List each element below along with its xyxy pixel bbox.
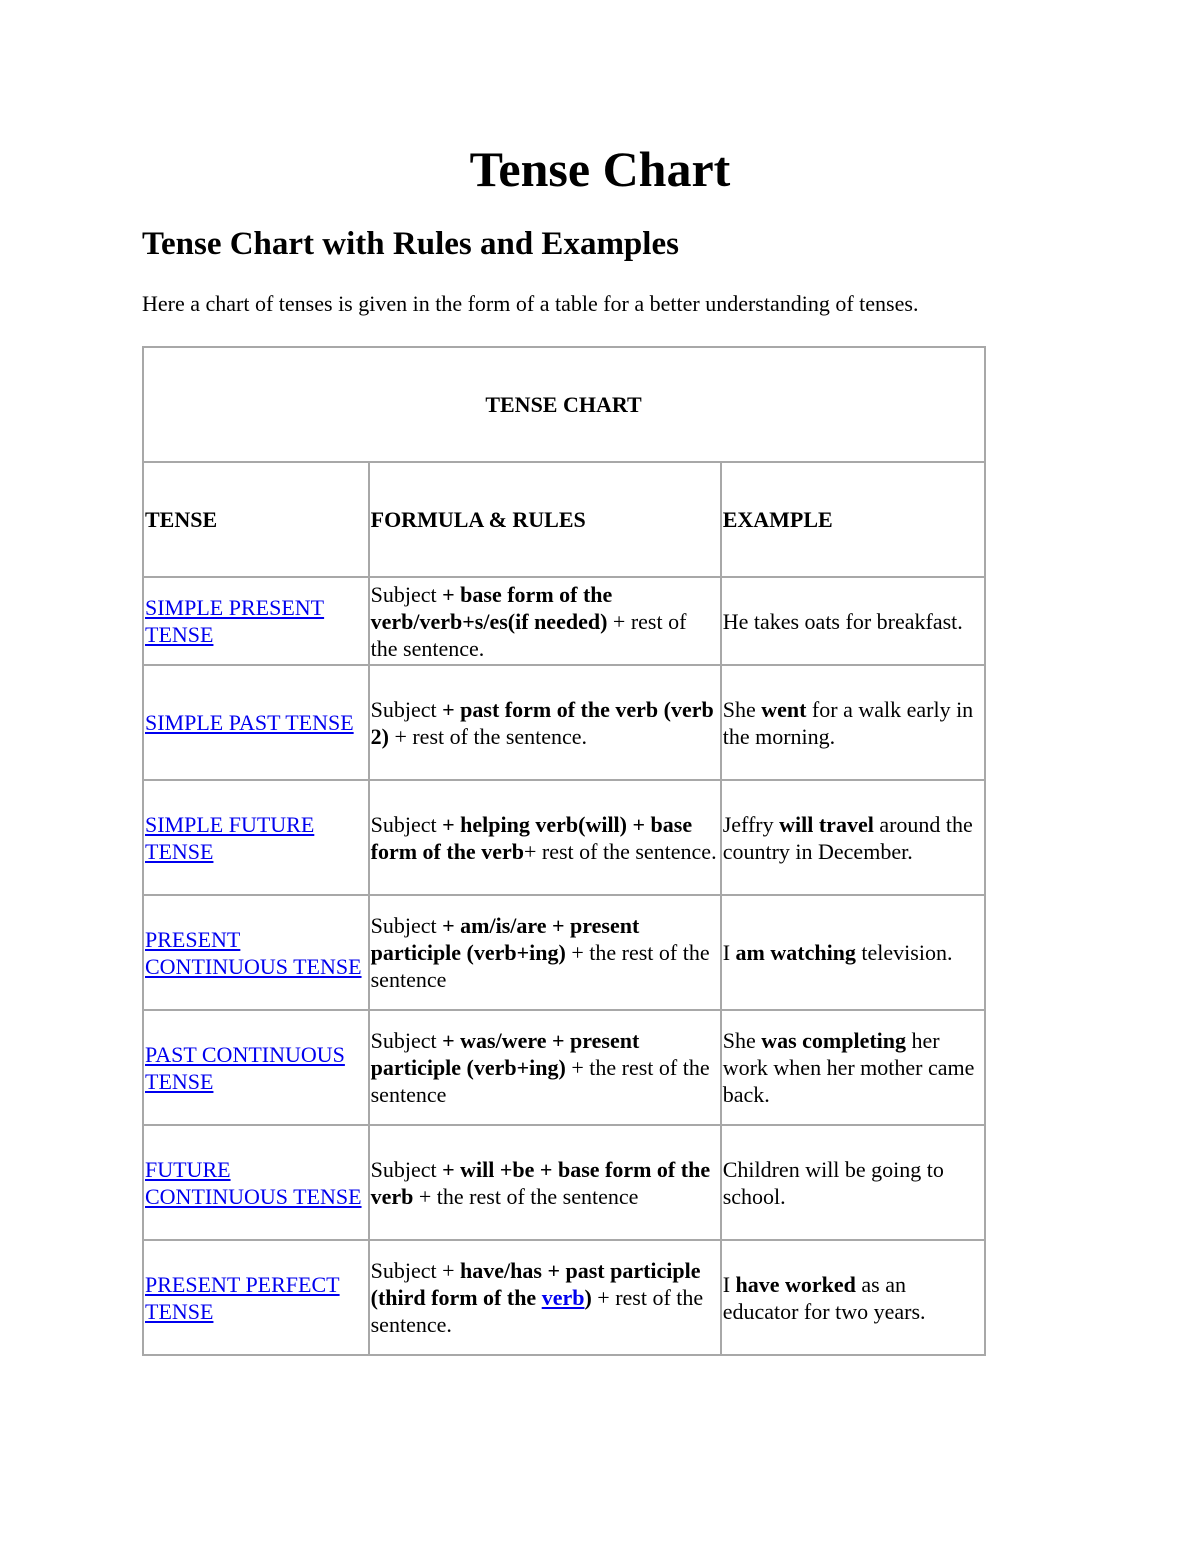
header-tense: TENSE <box>142 461 370 578</box>
example-text: Jeffry <box>722 811 780 837</box>
verb-link[interactable]: verb <box>542 1285 585 1310</box>
tense-cell: FUTURE CONTINUOUS TENSE <box>142 1124 370 1241</box>
example-cell: He takes oats for breakfast. <box>719 576 987 666</box>
section-heading: Tense Chart with Rules and Examples <box>142 226 679 262</box>
table-header-row: TENSE FORMULA & RULES EXAMPLE <box>142 461 987 578</box>
example-cell: Jeffry will travel around the country in… <box>719 779 987 896</box>
tense-cell: SIMPLE PRESENT TENSE <box>142 576 370 666</box>
example-bold-text: am watching <box>735 940 856 965</box>
formula-text: Subject <box>370 1028 443 1053</box>
intro-paragraph: Here a chart of tenses is given in the f… <box>142 291 919 316</box>
formula-cell: Subject + helping verb(will) + base form… <box>367 779 722 896</box>
table-caption: TENSE CHART <box>142 346 986 463</box>
example-text: I <box>722 1271 736 1297</box>
formula-text: + rest of the sentence. <box>523 838 717 864</box>
example-bold-text: went <box>761 696 807 722</box>
tense-cell: PRESENT CONTINUOUS TENSE <box>142 894 370 1011</box>
table-row: FUTURE CONTINUOUS TENSE Subject + will +b… <box>142 1124 987 1241</box>
table-caption-row: TENSE CHART <box>142 346 986 463</box>
tense-link[interactable]: SIMPLE PRESENT TENSE <box>145 595 324 647</box>
tense-link[interactable]: PRESENT PERFECT TENSE <box>145 1272 340 1324</box>
header-formula: FORMULA & RULES <box>367 461 722 578</box>
formula-text: + the rest of the sentence <box>413 1183 639 1209</box>
example-text: She <box>722 696 762 722</box>
example-bold-text: have worked <box>735 1271 856 1297</box>
formula-text: + rest of the sentence. <box>388 723 588 749</box>
formula-text: Subject <box>370 913 443 938</box>
example-cell: She went for a walk early in the morning… <box>719 664 987 781</box>
formula-cell: Subject + am/is/are + present participle… <box>367 894 722 1011</box>
formula-text: Subject + <box>370 1258 461 1283</box>
table-row: PAST CONTINUOUS TENSE Subject + was/were … <box>142 1009 987 1126</box>
example-bold-text: was completing <box>761 1028 907 1053</box>
tense-link[interactable]: PAST CONTINUOUS TENSE <box>145 1042 345 1094</box>
table-row: SIMPLE PAST TENSE Subject + past form of … <box>142 664 987 781</box>
tense-cell: SIMPLE FUTURE TENSE <box>142 779 370 896</box>
formula-bold-text: ) <box>584 1285 592 1310</box>
formula-text: Subject <box>370 811 443 837</box>
table-row: PRESENT PERFECT TENSE Subject + have/has … <box>142 1239 987 1356</box>
tense-cell: PAST CONTINUOUS TENSE <box>142 1009 370 1126</box>
example-text: He takes oats for breakfast. <box>722 608 963 634</box>
formula-text: Subject <box>370 1156 443 1182</box>
formula-text: Subject <box>370 581 443 607</box>
tense-cell: PRESENT PERFECT TENSE <box>142 1239 370 1356</box>
example-cell: Children will be going to school. <box>719 1124 987 1241</box>
example-cell: I am watching television. <box>719 894 987 1011</box>
formula-cell: Subject + will +be + base form of the ve… <box>367 1124 722 1241</box>
formula-cell: Subject + past form of the verb (verb 2)… <box>367 664 722 781</box>
page-title: Tense Chart <box>469 141 731 197</box>
example-text: Children will be going to school. <box>722 1156 944 1209</box>
tense-link[interactable]: SIMPLE PAST TENSE <box>145 710 354 735</box>
tense-chart-table: TENSE CHART TENSE FORMULA & RULES EXAMPL… <box>142 346 987 1356</box>
example-bold-text: will travel <box>779 811 874 837</box>
example-text: I <box>722 940 736 965</box>
table-row: SIMPLE PRESENT TENSE Subject + base form … <box>142 576 987 666</box>
example-cell: I have worked as an educator for two yea… <box>719 1239 987 1356</box>
formula-text: Subject <box>370 696 443 722</box>
example-text: She <box>722 1028 762 1053</box>
example-text: television. <box>855 940 953 965</box>
tense-link[interactable]: SIMPLE FUTURE TENSE <box>145 812 314 864</box>
table-row: PRESENT CONTINUOUS TENSE Subject + am/is/… <box>142 894 987 1011</box>
tense-link[interactable]: FUTURE CONTINUOUS TENSE <box>145 1157 362 1209</box>
table-row: SIMPLE FUTURE TENSE Subject + helping ver… <box>142 779 987 896</box>
tense-link[interactable]: PRESENT CONTINUOUS TENSE <box>145 927 362 979</box>
formula-cell: Subject + was/were + present participle … <box>367 1009 722 1126</box>
tense-cell: SIMPLE PAST TENSE <box>142 664 370 781</box>
formula-cell: Subject + base form of the verb/verb+s/e… <box>367 576 722 666</box>
formula-cell: Subject + have/has + past participle (th… <box>367 1239 722 1356</box>
header-example: EXAMPLE <box>719 461 987 578</box>
example-cell: She was completing her work when her mot… <box>719 1009 987 1126</box>
